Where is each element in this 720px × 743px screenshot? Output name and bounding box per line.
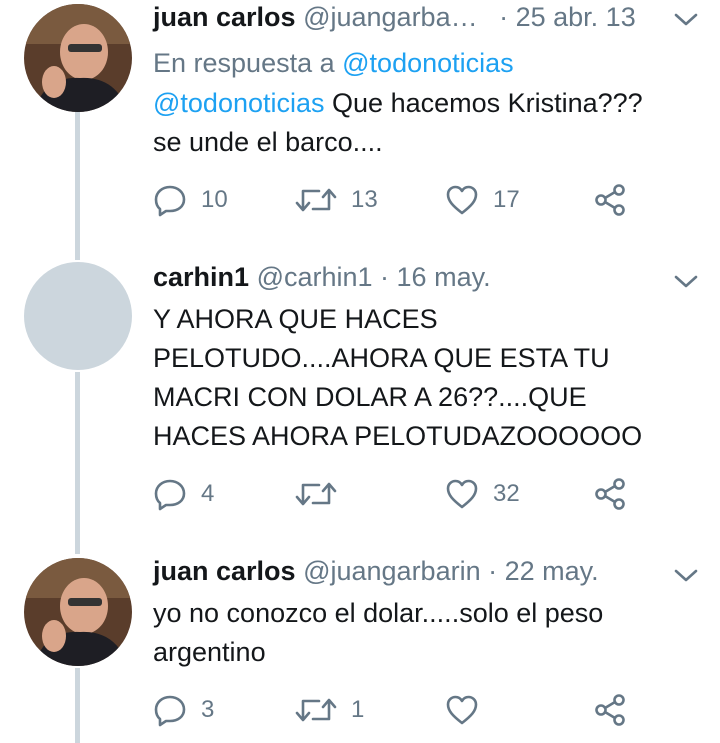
timestamp[interactable]: · 25 abr. 13 (499, 2, 636, 32)
avatar[interactable] (24, 262, 132, 370)
reply-icon (154, 695, 186, 727)
reply-button[interactable]: 10 (153, 180, 228, 220)
timestamp[interactable]: · 16 may. (380, 262, 491, 292)
tweet-header: carhin1 @carhin1 · 16 may. (153, 260, 491, 294)
heart-icon (446, 185, 478, 215)
tweet-text: Y AHORA QUE HACES PELOTUDO....AHORA QUE … (153, 300, 693, 456)
tweet-text-line: MACRI CON DOLAR A 26??....QUE (153, 382, 587, 412)
share-button[interactable] (593, 474, 627, 514)
reply-icon (154, 479, 186, 511)
reply-icon (154, 185, 186, 217)
retweet-button[interactable]: 13 (295, 180, 378, 220)
reply-to-link[interactable]: @todonoticias (342, 48, 514, 78)
handle[interactable]: @carhin1 (257, 262, 373, 292)
tweet-text: yo no conozco el dolar.....solo el peso … (153, 594, 693, 672)
tweet[interactable]: juan carlos @juangarba… · 25 abr. 13 En … (0, 0, 720, 250)
chevron-down-icon[interactable] (672, 10, 700, 30)
reply-button[interactable]: 3 (153, 690, 214, 730)
retweet-button[interactable]: 1 (295, 690, 364, 730)
like-button[interactable]: 32 (445, 474, 520, 514)
tweet-text-line: @todonoticias Que hacemos Kristina??? (153, 84, 693, 123)
display-name[interactable]: juan carlos (153, 556, 296, 586)
tweet-actions: 10 13 17 (153, 180, 653, 220)
tweet-text-line: argentino (153, 637, 266, 667)
tweet-text-line: PELOTUDO....AHORA QUE ESTA TU (153, 343, 610, 373)
chevron-down-icon[interactable] (672, 272, 700, 292)
share-icon (595, 694, 625, 726)
chevron-down-icon[interactable] (672, 566, 700, 586)
tweet[interactable]: juan carlos @juangarbarin · 22 may. yo n… (0, 554, 720, 743)
reply-count: 4 (201, 480, 215, 507)
share-button[interactable] (593, 180, 627, 220)
retweet-icon (295, 698, 337, 722)
retweet-icon (295, 188, 337, 212)
tweet-text-line: se unde el barco.... (153, 127, 383, 157)
timestamp[interactable]: · 22 may. (488, 556, 599, 586)
like-button[interactable]: 17 (445, 180, 520, 220)
share-button[interactable] (593, 690, 627, 730)
retweet-button[interactable] (295, 474, 351, 514)
display-name[interactable]: carhin1 (153, 262, 249, 292)
tweet-actions: 4 32 (153, 474, 653, 514)
like-count: 32 (493, 480, 520, 507)
retweet-count: 13 (351, 186, 378, 213)
like-count: 17 (493, 186, 520, 213)
heart-icon (446, 479, 478, 509)
display-name[interactable]: juan carlos (153, 2, 296, 32)
like-button[interactable] (445, 690, 493, 730)
tweet[interactable]: carhin1 @carhin1 · 16 may. Y AHORA QUE H… (0, 258, 720, 538)
retweet-icon (295, 482, 337, 506)
avatar[interactable] (24, 4, 132, 112)
tweet-header: juan carlos @juangarba… · 25 abr. 13 (153, 0, 636, 34)
tweet-text-line: Y AHORA QUE HACES (153, 304, 438, 334)
tweet-text-line: HACES AHORA PELOTUDAZOOOOOO (153, 421, 643, 451)
reply-button[interactable]: 4 (153, 474, 214, 514)
handle[interactable]: @juangarbarin (303, 556, 481, 586)
reply-count: 3 (201, 696, 215, 723)
mention-link[interactable]: @todonoticias (153, 88, 325, 118)
reply-count: 10 (201, 186, 228, 213)
tweet-text-fragment: Que hacemos Kristina??? (332, 88, 643, 118)
tweet-actions: 3 1 (153, 690, 653, 730)
heart-icon (446, 695, 478, 725)
tweet-header: juan carlos @juangarbarin · 22 may. (153, 554, 599, 588)
tweet-text: @todonoticias Que hacemos Kristina??? se… (153, 84, 693, 162)
share-icon (595, 478, 625, 510)
reply-context: En respuesta a @todonoticias (153, 44, 514, 82)
handle[interactable]: @juangarba… (303, 2, 478, 32)
reply-prefix: En respuesta a (153, 48, 335, 78)
share-icon (595, 184, 625, 216)
tweet-text-line: yo no conozco el dolar.....solo el peso (153, 598, 604, 628)
retweet-count: 1 (351, 696, 365, 723)
avatar[interactable] (24, 558, 132, 666)
